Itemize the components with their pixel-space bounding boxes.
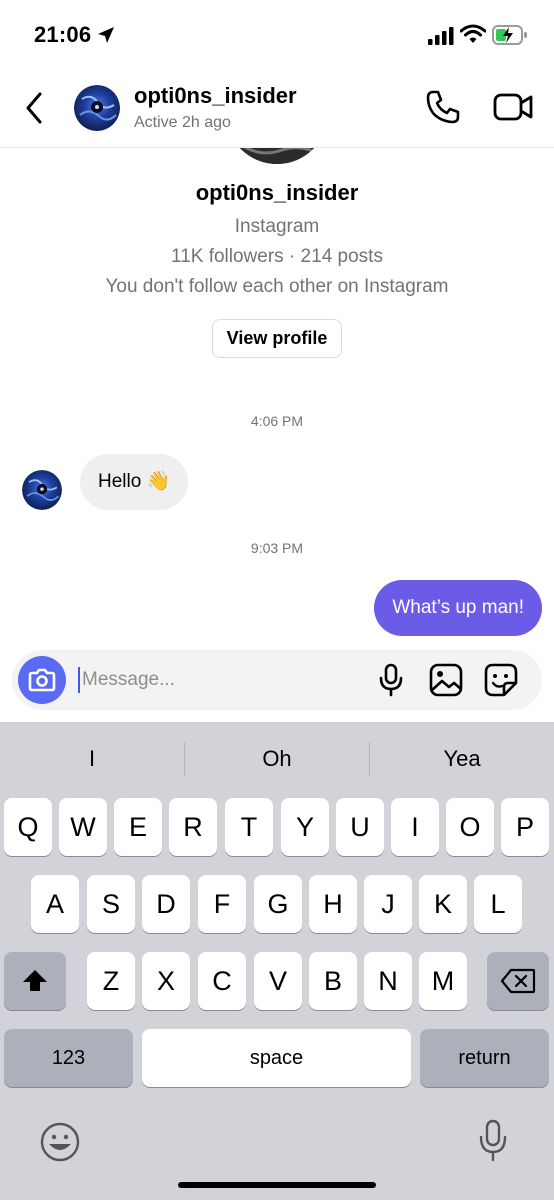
view-profile-button[interactable]: View profile [212,319,342,358]
active-status: Active 2h ago [134,114,231,131]
cellular-signal-icon [428,27,454,45]
key-s[interactable]: S [87,875,135,933]
key-o[interactable]: O [446,798,494,856]
key-a[interactable]: A [31,875,79,933]
key-r[interactable]: R [169,798,217,856]
sticker-icon[interactable] [484,663,518,697]
emoji-icon[interactable] [38,1120,82,1164]
camera-button[interactable] [18,656,66,704]
text-caret [78,667,80,693]
phone-icon[interactable] [424,88,462,126]
key-z[interactable]: Z [87,952,135,1010]
key-k[interactable]: K [419,875,467,933]
key-i[interactable]: I [391,798,439,856]
back-chevron-icon[interactable] [18,88,52,128]
message-composer [12,650,542,710]
key-e[interactable]: E [114,798,162,856]
suggestion-bar: I Oh Yea [0,722,554,796]
header-username[interactable]: opti0ns_insider [134,83,297,109]
key-v[interactable]: V [254,952,302,1010]
avatar[interactable] [74,85,120,131]
suggestion-item[interactable]: Oh [185,722,369,796]
keyboard: I Oh Yea Q W E R T Y U I O P A S D F G H… [0,722,554,1200]
key-x[interactable]: X [142,952,190,1010]
home-indicator[interactable] [178,1182,376,1188]
key-q[interactable]: Q [4,798,52,856]
profile-stats: 11K followers · 214 posts [171,246,383,267]
key-j[interactable]: J [364,875,412,933]
suggestion-item[interactable]: Yea [370,722,554,796]
message-timestamp: 4:06 PM [250,413,304,429]
incoming-message-bubble[interactable]: Hello 👋 [80,454,189,510]
message-input[interactable] [82,662,362,698]
shift-icon [23,970,47,991]
wifi-icon [460,24,486,43]
numbers-key[interactable]: 123 [4,1029,133,1087]
outgoing-message-bubble[interactable]: What’s up man! [374,580,542,636]
key-d[interactable]: D [142,875,190,933]
chat-header: opti0ns_insider Active 2h ago [0,70,554,148]
location-arrow-icon [98,27,114,43]
key-b[interactable]: B [309,952,357,1010]
key-t[interactable]: T [225,798,273,856]
dictation-icon[interactable] [476,1118,510,1164]
key-g[interactable]: G [254,875,302,933]
backspace-key[interactable] [487,952,549,1010]
suggestion-item[interactable]: I [0,722,184,796]
key-m[interactable]: M [419,952,467,1010]
key-f[interactable]: F [198,875,246,933]
space-key[interactable]: space [142,1029,411,1087]
key-l[interactable]: L [474,875,522,933]
key-y[interactable]: Y [281,798,329,856]
battery-charging-icon [492,25,527,45]
shift-key[interactable] [4,952,66,1010]
profile-username: opti0ns_insider [195,180,359,205]
key-w[interactable]: W [59,798,107,856]
profile-relationship: You don't follow each other on Instagram [105,276,449,297]
status-bar: 21:06 [0,0,554,70]
status-time: 21:06 [34,22,92,47]
key-u[interactable]: U [336,798,384,856]
gallery-icon[interactable] [429,663,463,697]
backspace-icon [500,968,536,994]
return-key[interactable]: return [420,1029,549,1087]
microphone-icon[interactable] [378,663,404,697]
key-c[interactable]: C [198,952,246,1010]
video-camera-icon[interactable] [492,88,534,126]
key-n[interactable]: N [364,952,412,1010]
message-timestamp: 9:03 PM [250,540,304,556]
key-h[interactable]: H [309,875,357,933]
camera-icon [28,668,56,692]
key-p[interactable]: P [501,798,549,856]
profile-platform: Instagram [234,216,320,237]
sender-avatar[interactable] [22,470,62,510]
